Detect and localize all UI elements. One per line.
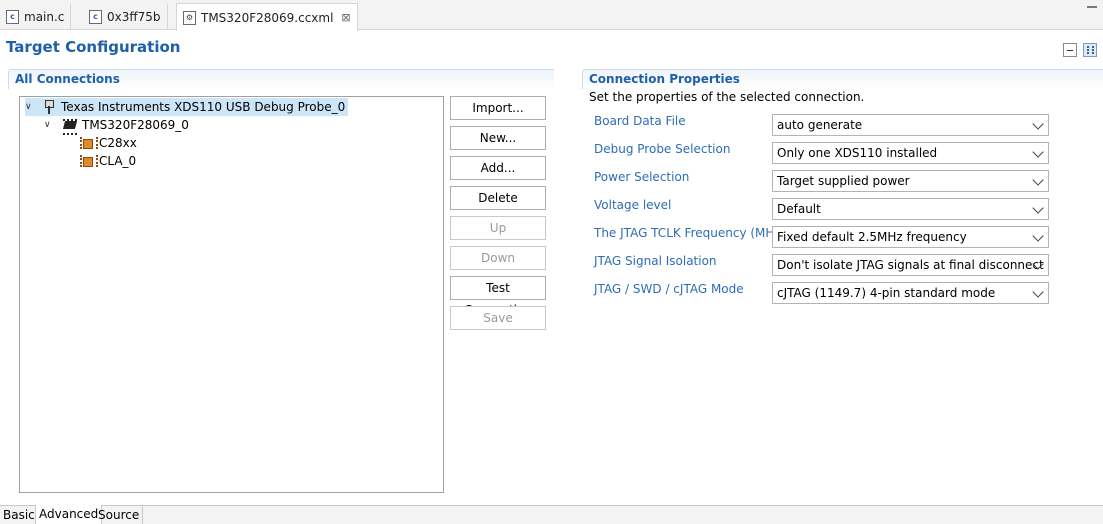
chevron-down-icon[interactable]: ∨ [25,102,35,112]
voltage-level-label: Voltage level [594,198,672,212]
debug-probe-selection-label: Debug Probe Selection [594,142,731,156]
chevron-down-icon [1032,174,1044,186]
board-data-file-label: Board Data File [594,114,686,128]
jtag-tclk-frequency-label: The JTAG TCLK Frequency (MHz) [594,226,786,240]
tree-node-label: C28xx [99,136,137,150]
new-button[interactable]: New... [450,126,546,150]
select-value: Default [777,202,821,216]
tree-node-label: CLA_0 [99,154,137,168]
chevron-down-icon [1032,230,1044,242]
maximize-icon[interactable] [1087,6,1097,16]
chip-icon [62,119,78,135]
tab-main-c[interactable]: c main.c [0,4,72,30]
voltage-level-select[interactable]: Default [772,198,1049,220]
select-value: Only one XDS110 installed [777,146,938,160]
tree-node-cla[interactable]: CLA_0 [80,152,136,170]
properties-header: Connection Properties [582,69,1103,89]
delete-button[interactable]: Delete [450,186,546,210]
tab-ccxml[interactable]: ⚙ TMS320F28069.ccxml ⊠ [176,3,358,31]
tab-label: 0x3ff75b [107,10,161,24]
jtag-tclk-frequency-select[interactable]: Fixed default 2.5MHz frequency [772,226,1049,248]
power-selection-select[interactable]: Target supplied power [772,170,1049,192]
editor-tab-bar: c main.c c 0x3ff75b ⚙ TMS320F28069.ccxml… [0,0,1103,31]
page-title: Target Configuration [6,38,181,56]
chevron-down-icon [1032,118,1044,130]
chevron-down-icon [1032,146,1044,158]
jtag-mode-label: JTAG / SWD / cJTAG Mode [594,282,744,296]
jtag-signal-isolation-label: JTAG Signal Isolation [594,254,717,268]
import-button[interactable]: Import... [450,96,546,120]
c-file-icon: c [89,10,102,24]
config-file-icon: ⚙ [183,10,196,25]
test-connection-button[interactable]: Test Connection [450,276,546,317]
chevron-down-icon [1032,286,1044,298]
tree-node-c28xx[interactable]: C28xx [80,134,137,152]
layout-icon[interactable] [1083,43,1097,57]
connections-tree[interactable]: ∨ Texas Instruments XDS110 USB Debug Pro… [19,96,444,493]
chevron-down-icon[interactable]: ∨ [44,120,54,130]
tab-advanced[interactable]: Advanced [35,505,103,524]
tab-address[interactable]: c 0x3ff75b [83,4,168,30]
cpu-core-icon [80,136,98,150]
bottom-tab-bar: Basic Advanced Source [0,505,1103,524]
select-value: cJTAG (1149.7) 4-pin standard mode [777,286,996,300]
tab-label: TMS320F28069.ccxml [201,10,334,25]
save-button[interactable]: Save [450,306,546,330]
cpu-core-icon [80,154,98,168]
tree-node-probe[interactable]: ∨ Texas Instruments XDS110 USB Debug Pro… [25,98,349,116]
down-button[interactable]: Down [450,246,546,270]
properties-header-label: Connection Properties [589,72,740,86]
collapse-icon[interactable] [1063,43,1077,57]
tab-source[interactable]: Source [95,506,144,524]
tab-label: main.c [24,10,65,24]
probe-icon [43,100,55,114]
board-data-file-select[interactable]: auto generate [772,114,1049,136]
debug-probe-selection-select[interactable]: Only one XDS110 installed [772,142,1049,164]
close-icon[interactable]: ⊠ [341,11,350,24]
chevron-down-icon [1032,202,1044,214]
connections-header-label: All Connections [15,72,120,86]
up-button[interactable]: Up [450,216,546,240]
connections-header: All Connections [8,69,554,89]
jtag-mode-select[interactable]: cJTAG (1149.7) 4-pin standard mode [772,282,1049,304]
tab-basic[interactable]: Basic [0,506,39,524]
tree-node-device[interactable]: ∨ TMS320F28069_0 [44,116,189,135]
select-value: auto generate [777,118,863,132]
select-value: Don't isolate JTAG signals at final disc… [777,258,1044,272]
select-value: Fixed default 2.5MHz frequency [777,230,967,244]
tree-node-label: TMS320F28069_0 [82,118,189,132]
power-selection-label: Power Selection [594,170,690,184]
add-button[interactable]: Add... [450,156,546,180]
tree-node-label: Texas Instruments XDS110 USB Debug Probe… [61,100,346,114]
jtag-signal-isolation-select[interactable]: Don't isolate JTAG signals at final disc… [772,254,1049,276]
properties-description: Set the properties of the selected conne… [589,90,865,104]
c-file-icon: c [6,10,19,24]
select-value: Target supplied power [777,174,910,188]
